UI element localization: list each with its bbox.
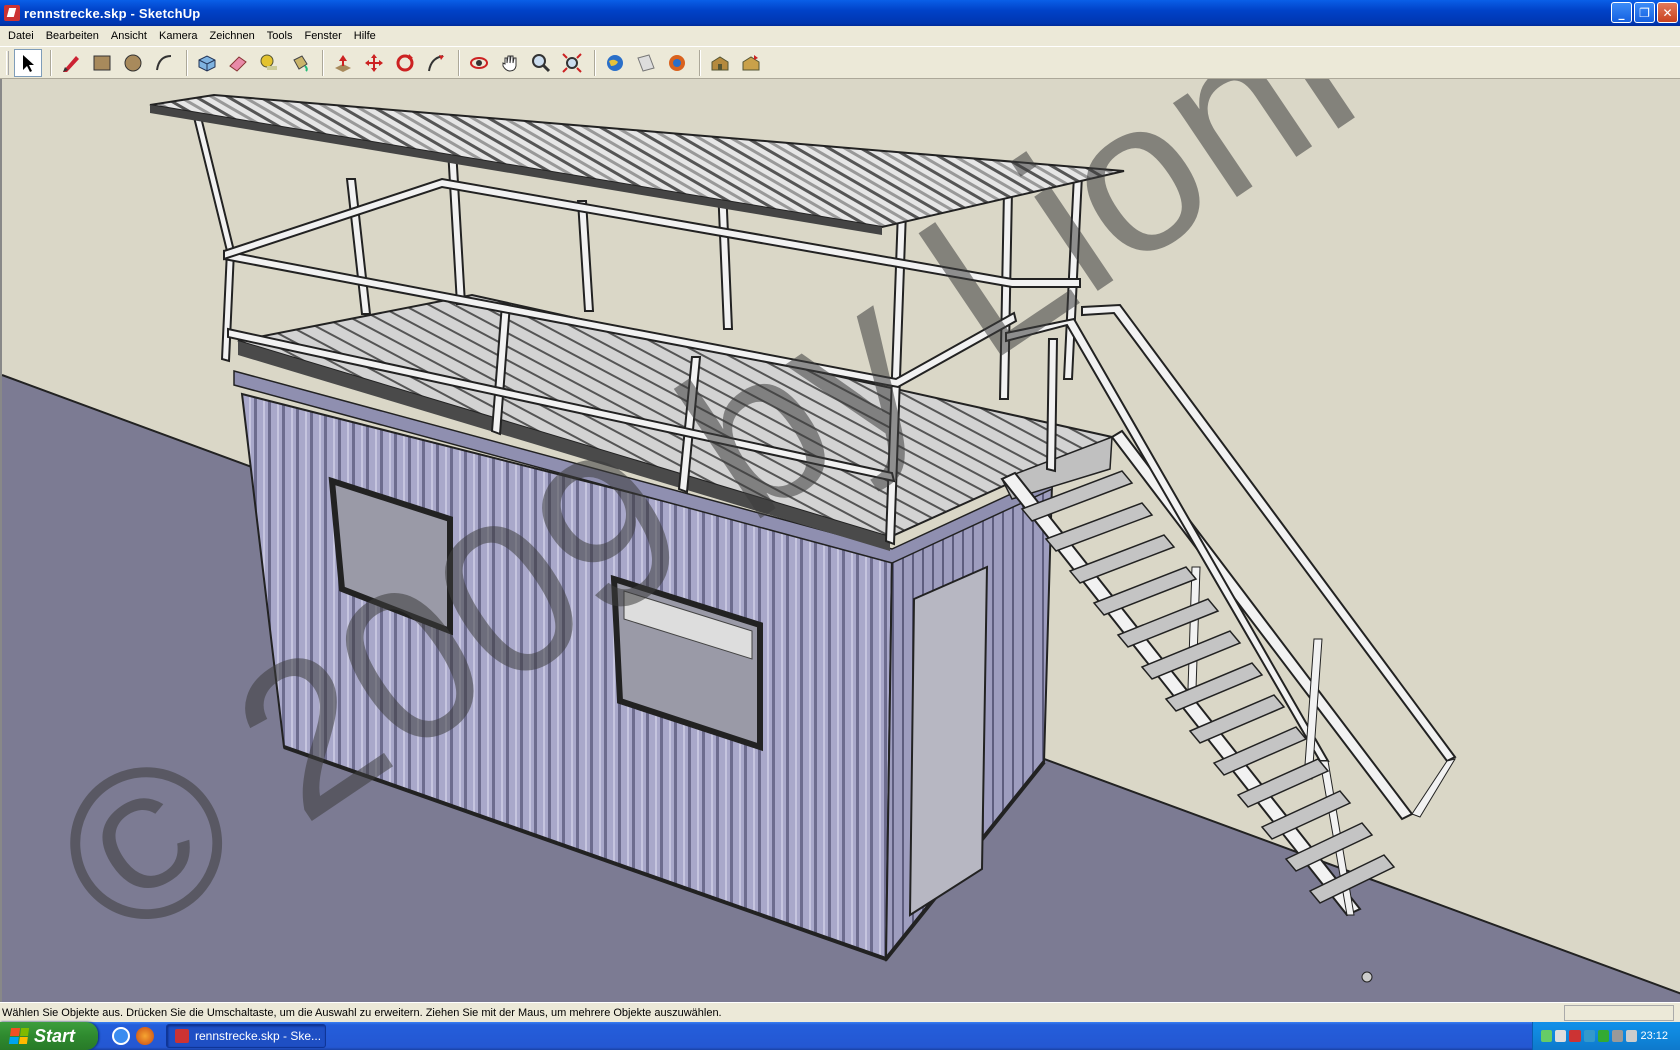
internet-explorer-icon[interactable] [112, 1027, 130, 1045]
make-component-tool-button[interactable] [193, 49, 221, 77]
menu-datei[interactable]: Datei [2, 30, 40, 42]
paint-bucket-tool-button[interactable] [286, 49, 314, 77]
tape-measure-tool-button[interactable] [255, 49, 283, 77]
menu-tools[interactable]: Tools [261, 30, 299, 42]
menu-kamera[interactable]: Kamera [153, 30, 204, 42]
toolbar [0, 46, 1680, 79]
select-tool-button[interactable] [14, 48, 42, 77]
toolbar-separator [594, 49, 596, 76]
rectangle-tool-button[interactable] [88, 49, 116, 77]
taskbar-window-sketchup[interactable]: rennstrecke.skp - Ske... [166, 1024, 326, 1048]
rectangle-icon [93, 55, 111, 70]
pan-tool-button[interactable] [496, 49, 524, 77]
status-bar: Wählen Sie Objekte aus. Drücken Sie die … [0, 1002, 1680, 1022]
move-icon [365, 53, 383, 72]
eraser-tool-button[interactable] [224, 49, 252, 77]
eraser-icon [229, 55, 247, 72]
get-models-tool-button[interactable] [632, 49, 660, 77]
taskbar-window-label: rennstrecke.skp - Ske... [195, 1029, 322, 1043]
clock[interactable]: 23:12 [1640, 1030, 1668, 1042]
rotate-icon [396, 53, 414, 71]
component-library-icon [742, 54, 760, 70]
window-controls: _ ❐ ✕ [1611, 2, 1678, 23]
system-tray: 23:12 [1532, 1022, 1680, 1050]
quick-launch [112, 1027, 154, 1045]
pencil-tool-button[interactable] [57, 49, 85, 77]
sketchup-app-icon[interactable] [4, 5, 20, 21]
menu-ansicht[interactable]: Ansicht [105, 30, 153, 42]
zoom-extents-tool-button[interactable] [558, 49, 586, 77]
google-earth-tool-button[interactable] [601, 49, 629, 77]
close-button[interactable]: ✕ [1657, 2, 1678, 23]
get-photo-texture-icon [711, 55, 729, 70]
container-door [908, 565, 989, 917]
get-models-icon [637, 53, 655, 72]
status-message: Wählen Sie Objekte aus. Drücken Sie die … [2, 1006, 722, 1019]
move-tool-button[interactable] [360, 49, 388, 77]
security-icon[interactable] [1569, 1030, 1581, 1042]
make-component-icon [198, 54, 216, 72]
pan-icon [502, 55, 517, 72]
volume-icon[interactable] [1555, 1030, 1567, 1042]
push-pull-tool-button[interactable] [329, 49, 357, 77]
toolbar-separator [50, 49, 52, 76]
display-icon[interactable] [1626, 1030, 1638, 1042]
toolbar-separator [699, 49, 701, 76]
select-icon [23, 54, 34, 72]
component-library-tool-button[interactable] [737, 49, 765, 77]
start-button[interactable]: Start [0, 1022, 98, 1050]
toolbar-separator [322, 49, 324, 76]
push-pull-icon [335, 54, 351, 72]
title-bar: rennstrecke.skp - SketchUp _ ❐ ✕ [0, 0, 1680, 26]
toolbar-separator [458, 49, 460, 76]
menu-bar: Datei Bearbeiten Ansicht Kamera Zeichnen… [0, 26, 1680, 46]
google-earth-icon [607, 54, 623, 71]
paint-bucket-icon [293, 54, 308, 72]
device-icon[interactable] [1612, 1030, 1624, 1042]
circle-icon [124, 54, 142, 71]
minimize-button[interactable]: _ [1611, 2, 1632, 23]
firefox-icon[interactable] [136, 1027, 154, 1045]
windows-logo-icon [8, 1028, 30, 1044]
pencil-icon [63, 55, 79, 72]
window-title: rennstrecke.skp - SketchUp [24, 5, 201, 21]
zoom-extents-icon [562, 52, 582, 73]
follow-me-tool-button[interactable] [422, 49, 450, 77]
arc-icon [156, 54, 172, 70]
value-control-box[interactable] [1564, 1004, 1674, 1021]
start-label: Start [34, 1025, 76, 1046]
get-photo-texture-tool-button[interactable] [706, 49, 734, 77]
arc-tool-button[interactable] [150, 49, 178, 77]
network-icon[interactable] [1541, 1030, 1553, 1042]
maximize-button[interactable]: ❐ [1634, 2, 1655, 23]
menu-bearbeiten[interactable]: Bearbeiten [40, 30, 105, 42]
taskbar: Start rennstrecke.skp - Ske... 23:12 [0, 1022, 1680, 1050]
rotate-tool-button[interactable] [391, 49, 419, 77]
share-model-icon [669, 54, 685, 71]
bluetooth-icon[interactable] [1583, 1030, 1595, 1042]
model-viewport[interactable]: © 2009 by LionRH [0, 79, 1680, 1002]
toolbar-grip[interactable] [6, 50, 9, 75]
model-scene: © 2009 by LionRH [2, 79, 1680, 1002]
orbit-icon [470, 56, 488, 69]
menu-fenster[interactable]: Fenster [298, 30, 347, 42]
zoom-tool-button[interactable] [527, 49, 555, 77]
tape-measure-icon [260, 54, 277, 70]
menu-hilfe[interactable]: Hilfe [348, 30, 382, 42]
share-model-tool-button[interactable] [663, 49, 691, 77]
follow-me-icon [428, 54, 444, 71]
update-icon[interactable] [1597, 1030, 1610, 1042]
sketchup-task-icon [175, 1029, 189, 1043]
toolbar-separator [186, 49, 188, 76]
zoom-icon [532, 53, 551, 72]
menu-zeichnen[interactable]: Zeichnen [204, 30, 261, 42]
circle-tool-button[interactable] [119, 49, 147, 77]
orbit-tool-button[interactable] [465, 49, 493, 77]
